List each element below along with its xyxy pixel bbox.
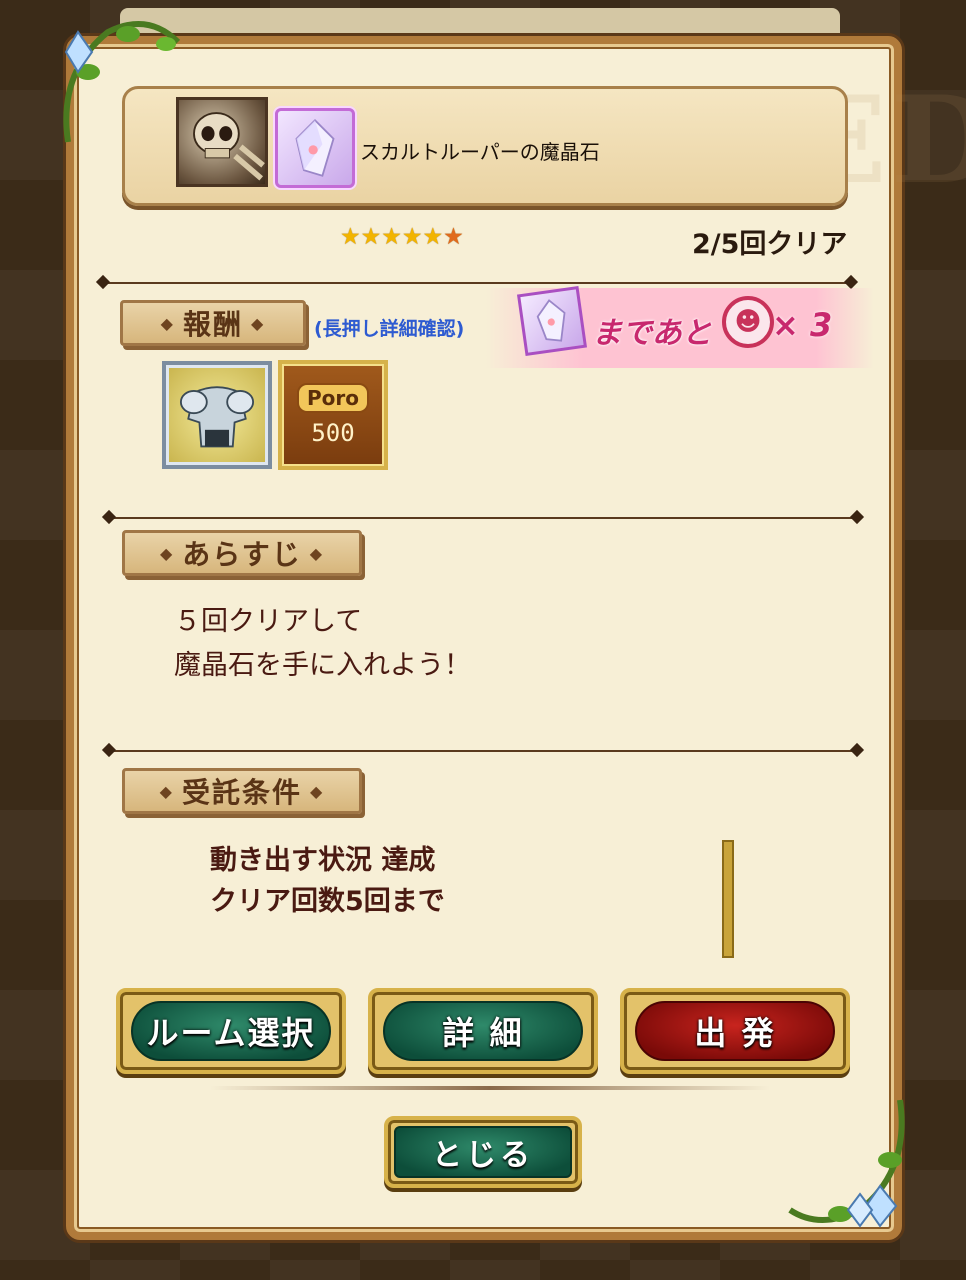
ornament-icon: ◆ xyxy=(310,781,325,801)
poro-label: Poro xyxy=(296,383,369,413)
quest-title: スカルトルーパーの魔晶石 xyxy=(360,140,600,164)
bonus-multiplier: × 3 xyxy=(772,306,833,344)
synopsis-line: ５回クリアして xyxy=(174,606,363,637)
difficulty-stars: ★★★★★★ xyxy=(340,224,464,250)
room-select-button[interactable]: ルーム選択 xyxy=(116,988,346,1074)
vine-crystal-decoration-icon xyxy=(63,21,181,143)
ornament-icon: ◆ xyxy=(159,543,175,563)
divider xyxy=(110,750,856,752)
vine-crystal-decoration-icon xyxy=(788,1099,905,1228)
bonus-crystal-icon xyxy=(516,285,588,357)
scrollbar[interactable] xyxy=(722,840,734,958)
ornament-icon: ◆ xyxy=(159,781,174,801)
clear-count: 2/5回クリア xyxy=(692,229,848,260)
reward-heading-label: 報酬 xyxy=(182,308,243,341)
reward-heading: ◆ 報酬 ◆ xyxy=(120,300,306,346)
conditions-text: 動き出す状況 達成 クリア回数5回まで xyxy=(210,840,445,922)
poro-reward-item[interactable]: Poro 500 xyxy=(278,360,388,470)
synopsis-text: ５回クリアして 魔晶石を手に入れよう！ xyxy=(174,600,471,688)
conditions-heading-label: 受託条件 xyxy=(181,776,302,809)
ornament-icon: ◆ xyxy=(160,313,175,333)
bonus-remaining-text: まであと xyxy=(592,316,712,351)
armor-reward-item[interactable] xyxy=(162,361,272,469)
depart-label: 出 発 xyxy=(635,1001,835,1061)
ornament-icon: ◆ xyxy=(251,313,266,333)
depart-button[interactable]: 出 発 xyxy=(620,988,850,1074)
condition-line: 動き出す状況 達成 xyxy=(210,845,436,876)
synopsis-line: 魔晶石を手に入れよう！ xyxy=(174,650,471,681)
synopsis-heading-label: あらすじ xyxy=(182,538,302,571)
ornament-icon: ◆ xyxy=(309,543,325,563)
star-rating: ★★★★★ xyxy=(340,224,444,250)
button-divider xyxy=(210,1086,770,1090)
room-select-label: ルーム選択 xyxy=(131,1001,331,1061)
condition-line: クリア回数5回まで xyxy=(210,886,445,917)
conditions-heading: ◆ 受託条件 ◆ xyxy=(122,768,362,814)
details-label: 詳 細 xyxy=(383,1001,583,1061)
armor-icon xyxy=(179,386,255,448)
clear-stamp-icon: ☻ xyxy=(722,296,774,348)
skull-trooper-icon xyxy=(176,97,268,187)
details-button[interactable]: 詳 細 xyxy=(368,988,598,1074)
magic-crystal-icon xyxy=(275,108,355,188)
close-button[interactable]: とじる xyxy=(384,1116,582,1188)
divider xyxy=(104,282,850,284)
poro-amount: 500 xyxy=(311,419,355,447)
close-label: とじる xyxy=(394,1126,572,1178)
divider xyxy=(110,517,856,519)
long-press-hint: (長押し詳細確認) xyxy=(314,318,465,340)
star-rating-extra: ★ xyxy=(443,224,464,250)
synopsis-heading: ◆ あらすじ ◆ xyxy=(122,530,362,576)
